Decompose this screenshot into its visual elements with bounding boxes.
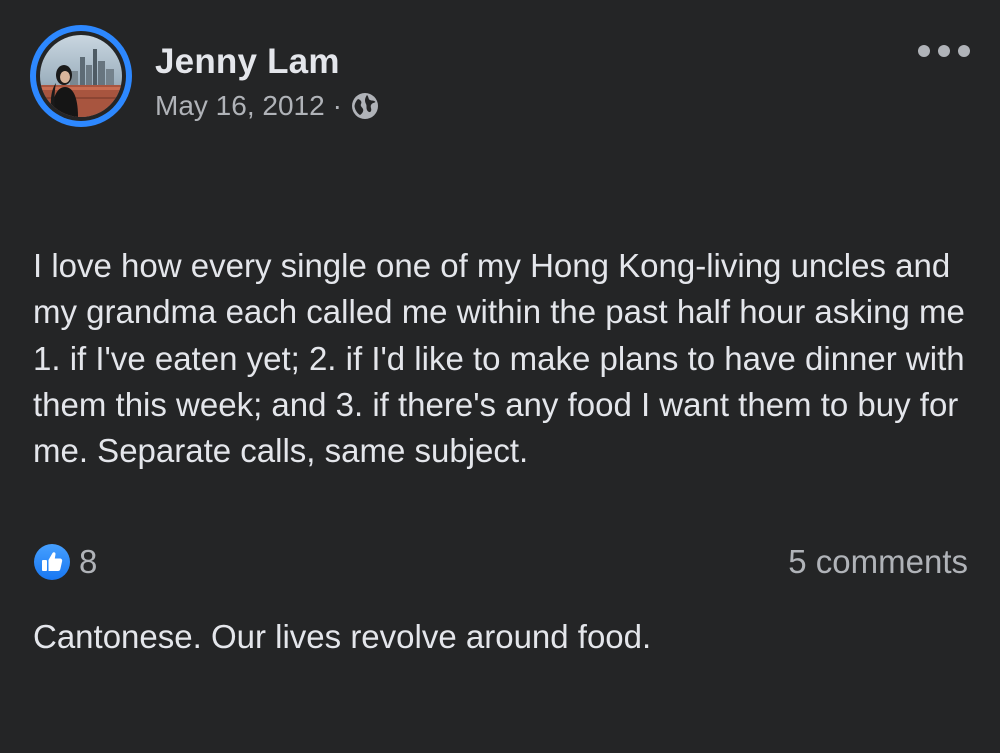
comments-link[interactable]: 5 comments (788, 543, 968, 581)
more-options-icon-dot (938, 45, 950, 57)
post-date[interactable]: May 16, 2012 (155, 90, 325, 122)
globe-icon[interactable] (350, 91, 380, 121)
avatar-frame (36, 31, 126, 121)
post-card: Jenny Lam May 16, 2012 · I love how ever… (0, 0, 1000, 655)
avatar[interactable] (30, 25, 132, 127)
more-options-button[interactable] (918, 36, 970, 66)
avatar-photo (40, 35, 122, 117)
more-options-icon-dot (958, 45, 970, 57)
meta-separator: · (332, 90, 342, 121)
post-meta: May 16, 2012 · (155, 90, 380, 122)
post-body: I love how every single one of my Hong K… (33, 150, 973, 753)
author-name[interactable]: Jenny Lam (155, 42, 340, 82)
more-options-icon-dot (918, 45, 930, 57)
reactions-summary[interactable]: 8 (33, 543, 97, 581)
post-paragraph-2: Cantonese. Our lives revolve around food… (33, 617, 652, 655)
like-icon (34, 544, 70, 580)
reaction-count: 8 (79, 543, 98, 580)
post-paragraph-1: I love how every single one of my Hong K… (33, 246, 974, 470)
